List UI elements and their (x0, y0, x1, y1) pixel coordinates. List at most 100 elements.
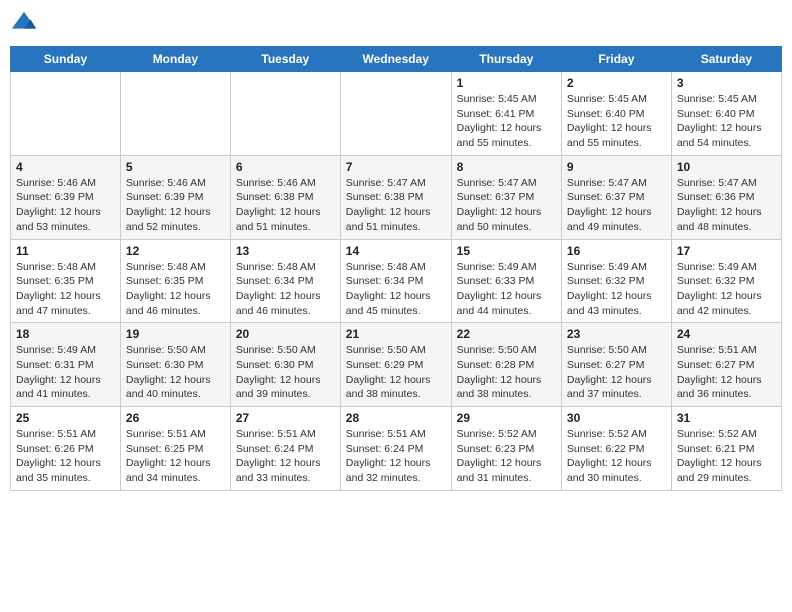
day-cell: 22Sunrise: 5:50 AM Sunset: 6:28 PM Dayli… (451, 323, 561, 407)
day-header-tuesday: Tuesday (230, 47, 340, 72)
day-info: Sunrise: 5:50 AM Sunset: 6:27 PM Dayligh… (567, 343, 666, 402)
day-cell (120, 72, 230, 156)
day-header-monday: Monday (120, 47, 230, 72)
day-cell: 25Sunrise: 5:51 AM Sunset: 6:26 PM Dayli… (11, 407, 121, 491)
day-cell: 30Sunrise: 5:52 AM Sunset: 6:22 PM Dayli… (561, 407, 671, 491)
day-number: 17 (677, 244, 776, 258)
day-cell: 13 Sunrise: 5:48 AM Sunset: 6:34 PM Dayli… (230, 239, 340, 323)
day-number: 11 (16, 244, 115, 258)
day-number: 21 (346, 327, 446, 341)
day-cell: 3Sunrise: 5:45 AM Sunset: 6:40 PM Daylig… (671, 72, 781, 156)
week-row-5: 25Sunrise: 5:51 AM Sunset: 6:26 PM Dayli… (11, 407, 782, 491)
day-cell: 2 Sunrise: 5:45 AM Sunset: 6:40 PM Daylig… (561, 72, 671, 156)
day-number: 3 (677, 76, 776, 90)
day-cell: 26 Sunrise: 5:51 AM Sunset: 6:25 PM Dayli… (120, 407, 230, 491)
day-info: Sunrise: 5:45 AM Sunset: 6:41 PM Dayligh… (457, 92, 556, 151)
day-info: Sunrise: 5:45 AM Sunset: 6:40 PM Dayligh… (567, 92, 666, 151)
day-info: Sunrise: 5:46 AM Sunset: 6:39 PM Dayligh… (16, 176, 115, 235)
day-cell: 27 Sunrise: 5:51 AM Sunset: 6:24 PM Dayli… (230, 407, 340, 491)
day-number: 29 (457, 411, 556, 425)
day-cell: 14 Sunrise: 5:48 AM Sunset: 6:34 PM Dayli… (340, 239, 451, 323)
day-info: Sunrise: 5:51 AM Sunset: 6:24 PM Dayligh… (346, 427, 446, 486)
day-number: 4 (16, 160, 115, 174)
day-info: Sunrise: 5:50 AM Sunset: 6:30 PM Dayligh… (236, 343, 335, 402)
day-cell: 15 Sunrise: 5:49 AM Sunset: 6:33 PM Dayli… (451, 239, 561, 323)
day-cell: 4 Sunrise: 5:46 AM Sunset: 6:39 PM Daylig… (11, 155, 121, 239)
day-cell: 7 Sunrise: 5:47 AM Sunset: 6:38 PM Daylig… (340, 155, 451, 239)
day-cell: 8 Sunrise: 5:47 AM Sunset: 6:37 PM Daylig… (451, 155, 561, 239)
day-number: 8 (457, 160, 556, 174)
day-cell: 21 Sunrise: 5:50 AM Sunset: 6:29 PM Dayli… (340, 323, 451, 407)
day-info: Sunrise: 5:48 AM Sunset: 6:34 PM Dayligh… (236, 260, 335, 319)
day-cell: 19 Sunrise: 5:50 AM Sunset: 6:30 PM Dayli… (120, 323, 230, 407)
day-cell: 24Sunrise: 5:51 AM Sunset: 6:27 PM Dayli… (671, 323, 781, 407)
day-cell (11, 72, 121, 156)
week-row-2: 4 Sunrise: 5:46 AM Sunset: 6:39 PM Daylig… (11, 155, 782, 239)
day-cell: 12 Sunrise: 5:48 AM Sunset: 6:35 PM Dayli… (120, 239, 230, 323)
day-cell: 17 Sunrise: 5:49 AM Sunset: 6:32 PM Dayli… (671, 239, 781, 323)
day-header-saturday: Saturday (671, 47, 781, 72)
day-number: 13 (236, 244, 335, 258)
day-cell: 5Sunrise: 5:46 AM Sunset: 6:39 PM Daylig… (120, 155, 230, 239)
day-number: 2 (567, 76, 666, 90)
day-cell: 31Sunrise: 5:52 AM Sunset: 6:21 PM Dayli… (671, 407, 781, 491)
day-info: Sunrise: 5:47 AM Sunset: 6:36 PM Dayligh… (677, 176, 776, 235)
day-number: 14 (346, 244, 446, 258)
day-cell (340, 72, 451, 156)
day-info: Sunrise: 5:48 AM Sunset: 6:35 PM Dayligh… (16, 260, 115, 319)
week-row-4: 18 Sunrise: 5:49 AM Sunset: 6:31 PM Dayli… (11, 323, 782, 407)
day-info: Sunrise: 5:48 AM Sunset: 6:34 PM Dayligh… (346, 260, 446, 319)
day-number: 6 (236, 160, 335, 174)
day-number: 12 (126, 244, 225, 258)
day-info: Sunrise: 5:48 AM Sunset: 6:35 PM Dayligh… (126, 260, 225, 319)
day-info: Sunrise: 5:49 AM Sunset: 6:31 PM Dayligh… (16, 343, 115, 402)
day-cell: 9 Sunrise: 5:47 AM Sunset: 6:37 PM Daylig… (561, 155, 671, 239)
day-cell: 1 Sunrise: 5:45 AM Sunset: 6:41 PM Daylig… (451, 72, 561, 156)
day-info: Sunrise: 5:50 AM Sunset: 6:30 PM Dayligh… (126, 343, 225, 402)
day-cell: 20 Sunrise: 5:50 AM Sunset: 6:30 PM Dayli… (230, 323, 340, 407)
day-info: Sunrise: 5:51 AM Sunset: 6:24 PM Dayligh… (236, 427, 335, 486)
day-header-friday: Friday (561, 47, 671, 72)
calendar-table: SundayMondayTuesdayWednesdayThursdayFrid… (10, 46, 782, 491)
day-cell: 23Sunrise: 5:50 AM Sunset: 6:27 PM Dayli… (561, 323, 671, 407)
day-number: 10 (677, 160, 776, 174)
day-number: 20 (236, 327, 335, 341)
day-number: 7 (346, 160, 446, 174)
day-header-thursday: Thursday (451, 47, 561, 72)
logo-icon (10, 10, 38, 38)
day-number: 30 (567, 411, 666, 425)
day-number: 19 (126, 327, 225, 341)
day-cell: 16Sunrise: 5:49 AM Sunset: 6:32 PM Dayli… (561, 239, 671, 323)
day-number: 1 (457, 76, 556, 90)
day-number: 31 (677, 411, 776, 425)
day-number: 22 (457, 327, 556, 341)
day-info: Sunrise: 5:46 AM Sunset: 6:39 PM Dayligh… (126, 176, 225, 235)
week-row-1: 1 Sunrise: 5:45 AM Sunset: 6:41 PM Daylig… (11, 72, 782, 156)
day-cell: 6Sunrise: 5:46 AM Sunset: 6:38 PM Daylig… (230, 155, 340, 239)
day-info: Sunrise: 5:47 AM Sunset: 6:37 PM Dayligh… (457, 176, 556, 235)
day-info: Sunrise: 5:49 AM Sunset: 6:33 PM Dayligh… (457, 260, 556, 319)
page-header (10, 10, 782, 38)
day-cell: 18 Sunrise: 5:49 AM Sunset: 6:31 PM Dayli… (11, 323, 121, 407)
day-number: 18 (16, 327, 115, 341)
day-number: 28 (346, 411, 446, 425)
calendar-body: 1 Sunrise: 5:45 AM Sunset: 6:41 PM Daylig… (11, 72, 782, 491)
day-number: 27 (236, 411, 335, 425)
day-info: Sunrise: 5:49 AM Sunset: 6:32 PM Dayligh… (677, 260, 776, 319)
day-info: Sunrise: 5:49 AM Sunset: 6:32 PM Dayligh… (567, 260, 666, 319)
day-info: Sunrise: 5:52 AM Sunset: 6:23 PM Dayligh… (457, 427, 556, 486)
day-info: Sunrise: 5:50 AM Sunset: 6:29 PM Dayligh… (346, 343, 446, 402)
day-header-sunday: Sunday (11, 47, 121, 72)
day-cell (230, 72, 340, 156)
day-cell: 29 Sunrise: 5:52 AM Sunset: 6:23 PM Dayli… (451, 407, 561, 491)
day-number: 9 (567, 160, 666, 174)
day-number: 26 (126, 411, 225, 425)
logo (10, 10, 42, 38)
day-header-wednesday: Wednesday (340, 47, 451, 72)
calendar-header-row: SundayMondayTuesdayWednesdayThursdayFrid… (11, 47, 782, 72)
day-info: Sunrise: 5:51 AM Sunset: 6:25 PM Dayligh… (126, 427, 225, 486)
day-number: 15 (457, 244, 556, 258)
day-info: Sunrise: 5:47 AM Sunset: 6:38 PM Dayligh… (346, 176, 446, 235)
day-cell: 11 Sunrise: 5:48 AM Sunset: 6:35 PM Dayli… (11, 239, 121, 323)
day-info: Sunrise: 5:47 AM Sunset: 6:37 PM Dayligh… (567, 176, 666, 235)
